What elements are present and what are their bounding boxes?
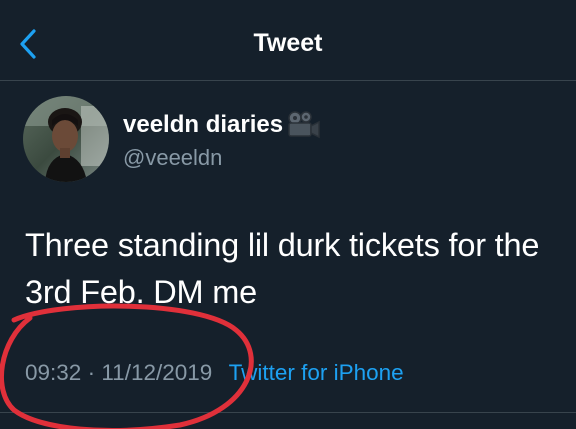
tweet-text: Three standing lil durk tickets for the … xyxy=(25,227,540,310)
page-title: Tweet xyxy=(253,29,323,57)
tweet-time: 09:32 xyxy=(25,360,82,385)
author-display-name: veeldn diaries xyxy=(123,111,284,138)
avatar[interactable] xyxy=(23,96,109,182)
author-handle[interactable]: @veeeldn xyxy=(123,144,222,172)
top-bar: Tweet xyxy=(0,0,576,81)
divider xyxy=(0,412,576,413)
tweet-date: 11/12/2019 xyxy=(101,360,213,385)
tweet-source-link[interactable]: Twitter for iPhone xyxy=(229,360,404,385)
movie-camera-icon xyxy=(288,111,320,139)
tweet-meta: 09:32 · 11/12/2019 Twitter for iPhone xyxy=(25,358,404,388)
author-name-row[interactable]: veeldn diaries xyxy=(123,108,322,142)
meta-separator: · xyxy=(87,360,96,385)
